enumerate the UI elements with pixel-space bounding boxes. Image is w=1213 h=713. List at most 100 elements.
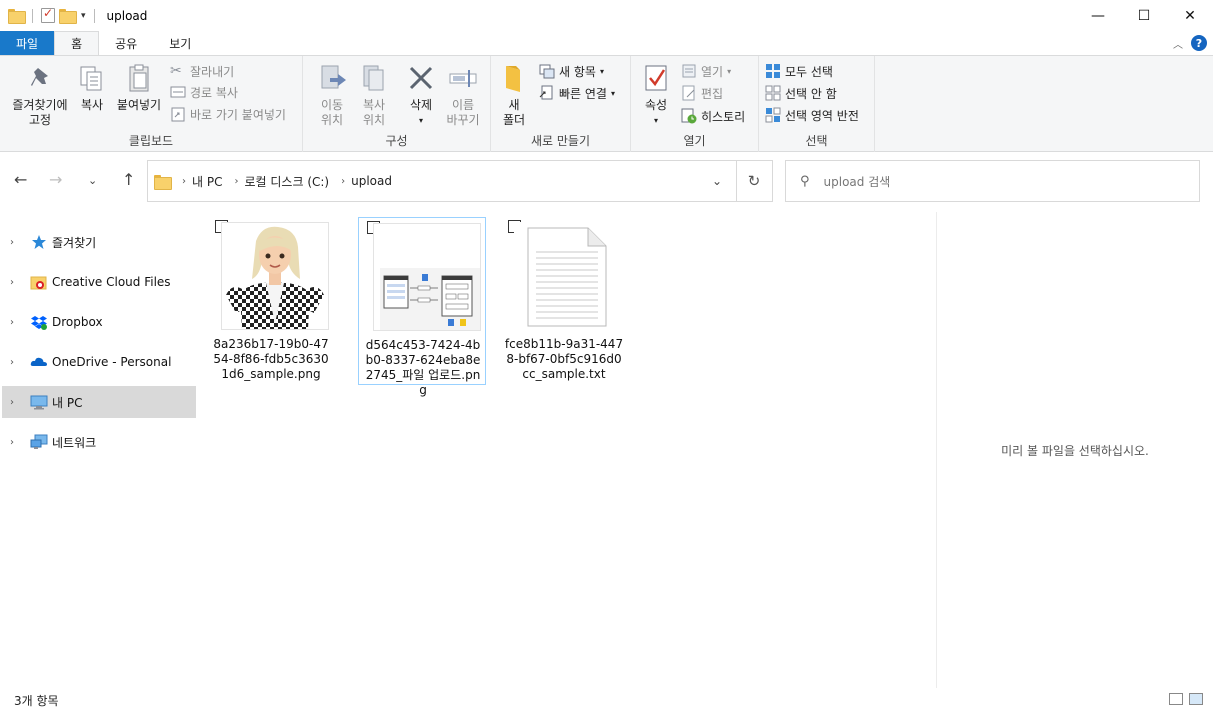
tab-file[interactable]: 파일 [0,31,55,55]
minimize-button[interactable]: — [1075,0,1121,31]
address-history-chevron-icon[interactable]: ⌄ [697,160,737,202]
tab-view[interactable]: 보기 [153,31,207,55]
diagram-image [373,223,481,331]
view-switcher [1169,693,1203,705]
paste-button[interactable]: 붙여넣기 [114,62,164,113]
address-folder-icon [154,174,172,190]
expand-chevron-icon[interactable]: › [10,437,30,448]
scissors-icon: ✂ [170,63,182,79]
move-to-icon [321,65,346,89]
navigation-row: ← → ⌄ ↑ › 내 PC › 로컬 디스크 (C:) › upload ⌄ … [0,160,1213,202]
nav-item-dropbox[interactable]: › Dropbox [2,306,196,338]
rename-label-line1: 이름 [451,98,475,112]
back-arrow-icon[interactable]: ← [14,170,27,189]
nav-item-quick-access[interactable]: › 즐겨찾기 [2,226,196,258]
move-to-label-line1: 이동 [320,98,344,112]
file-item[interactable]: fce8b11b-9a31-4478-bf67-0bf5c916d0cc_sam… [500,217,628,385]
expand-chevron-icon[interactable]: › [10,357,30,368]
new-item-icon [539,64,555,79]
folder-icon[interactable] [8,9,26,24]
properties-check-icon [645,65,667,91]
help-icon[interactable]: ? [1191,35,1207,51]
easy-access-icon [539,85,553,100]
edit-button[interactable]: 편집 [681,83,723,103]
breadcrumb-arrow-icon[interactable]: › [234,176,238,187]
select-all-button[interactable]: 모두 선택 [765,61,833,81]
pin-label-line1: 즐겨찾기에 [12,98,68,112]
copy-to-label-line2: 위치 [362,113,386,127]
delete-dropdown-icon[interactable]: ▾ [419,113,423,128]
nav-item-network[interactable]: › 네트워크 [2,426,196,458]
open-label: 열기 [701,64,724,79]
copy-to-button[interactable]: 복사 위치 [353,62,395,128]
invert-selection-button[interactable]: 선택 영역 반전 [765,105,859,125]
search-box[interactable]: ⚲ upload 검색 [785,160,1200,202]
tab-home[interactable]: 홈 [54,31,100,55]
new-folder-button[interactable]: 새 폴더 [499,62,529,128]
breadcrumb-arrow-icon[interactable]: › [182,176,186,187]
move-to-button[interactable]: 이동 위치 [311,62,353,128]
collapse-ribbon-icon[interactable]: ︿ [1173,36,1183,51]
open-button[interactable]: 열기 ▾ [681,61,731,81]
select-none-button[interactable]: 선택 안 함 [765,83,837,103]
customize-toolbar-dropdown-icon[interactable]: ▾ [81,11,86,21]
network-icon [30,434,48,449]
properties-icon[interactable] [41,6,55,23]
paste-icon [129,64,149,92]
cut-label: 잘라내기 [190,64,235,79]
breadcrumb-this-pc[interactable]: 내 PC [192,173,222,190]
history-button[interactable]: 히스토리 [681,106,745,126]
address-bar[interactable]: › 내 PC › 로컬 디스크 (C:) › upload [147,160,737,202]
pin-label-line2: 고정 [28,113,52,127]
file-list: 8a236b17-19b0-4754-8f86-fdb5c36301d6_sam… [200,212,936,688]
copy-label: 복사 [80,98,104,112]
quick-access-toolbar: ▾ [8,6,99,24]
search-icon: ⚲ [800,173,810,189]
nav-item-creative-cloud[interactable]: › Creative Cloud Files [2,266,196,298]
open-group: 속성 ▾ 열기 ▾ 편집 히스토리 열기 [631,56,759,152]
breadcrumb-upload[interactable]: upload [351,174,392,188]
maximize-button[interactable]: ☐ [1121,0,1167,31]
copy-button[interactable]: 복사 [76,62,108,113]
nav-item-this-pc[interactable]: › 내 PC [2,386,196,418]
file-name: 8a236b17-19b0-4754-8f86-fdb5c36301d6_sam… [213,337,329,381]
rename-button[interactable]: 이름 바꾸기 [441,62,485,128]
close-button[interactable]: ✕ [1167,0,1213,31]
paste-shortcut-icon [171,107,185,122]
item-count: 3개 항목 [14,694,59,708]
properties-button[interactable]: 속성 ▾ [639,62,673,128]
invert-selection-label: 선택 영역 반전 [785,108,859,123]
file-item[interactable]: d564c453-7424-4bb0-8337-624eba8e2745_파일 … [358,217,486,397]
file-item[interactable]: 8a236b17-19b0-4754-8f86-fdb5c36301d6_sam… [207,217,335,385]
refresh-icon[interactable]: ↻ [736,160,773,202]
nav-item-onedrive[interactable]: › OneDrive - Personal [2,346,196,378]
easy-access-dropdown-icon: ▾ [610,88,615,98]
forward-arrow-icon[interactable]: → [49,170,62,189]
expand-chevron-icon[interactable]: › [10,397,30,408]
edit-label: 편집 [701,86,724,101]
expand-chevron-icon[interactable]: › [10,237,30,248]
delete-button[interactable]: 삭제 ▾ [401,62,441,128]
preview-pane: 미리 볼 파일을 선택하십시오. [936,212,1213,688]
properties-dropdown-icon[interactable]: ▾ [654,113,658,128]
breadcrumb-arrow-icon[interactable]: › [341,176,345,187]
recent-locations-chevron-icon[interactable]: ⌄ [88,174,97,187]
new-folder-icon[interactable] [59,9,77,24]
expand-chevron-icon[interactable]: › [10,317,30,328]
breadcrumb-local-disk[interactable]: 로컬 디스크 (C:) [244,173,329,190]
nav-label: OneDrive - Personal [52,355,172,369]
new-group: 새 폴더 새 항목 ▾ 빠른 연결 ▾ 새로 만들기 [491,56,631,152]
tab-share[interactable]: 공유 [99,31,153,55]
new-item-button[interactable]: 새 항목 ▾ [539,61,604,81]
details-view-icon[interactable] [1169,693,1183,705]
up-arrow-icon[interactable]: ↑ [122,170,135,189]
easy-access-button[interactable]: 빠른 연결 ▾ [539,83,615,103]
copy-to-icon [363,65,384,91]
paste-shortcut-button[interactable]: 바로 가기 붙여넣기 [170,104,286,124]
window-controls: — ☐ ✕ [1075,0,1213,31]
cut-button[interactable]: ✂ 잘라내기 [170,61,234,81]
large-icons-view-icon[interactable] [1189,693,1203,705]
expand-chevron-icon[interactable]: › [10,277,30,288]
pin-to-quick-access-button[interactable]: 즐겨찾기에 고정 [8,62,72,128]
copy-path-button[interactable]: 경로 복사 [170,82,238,102]
